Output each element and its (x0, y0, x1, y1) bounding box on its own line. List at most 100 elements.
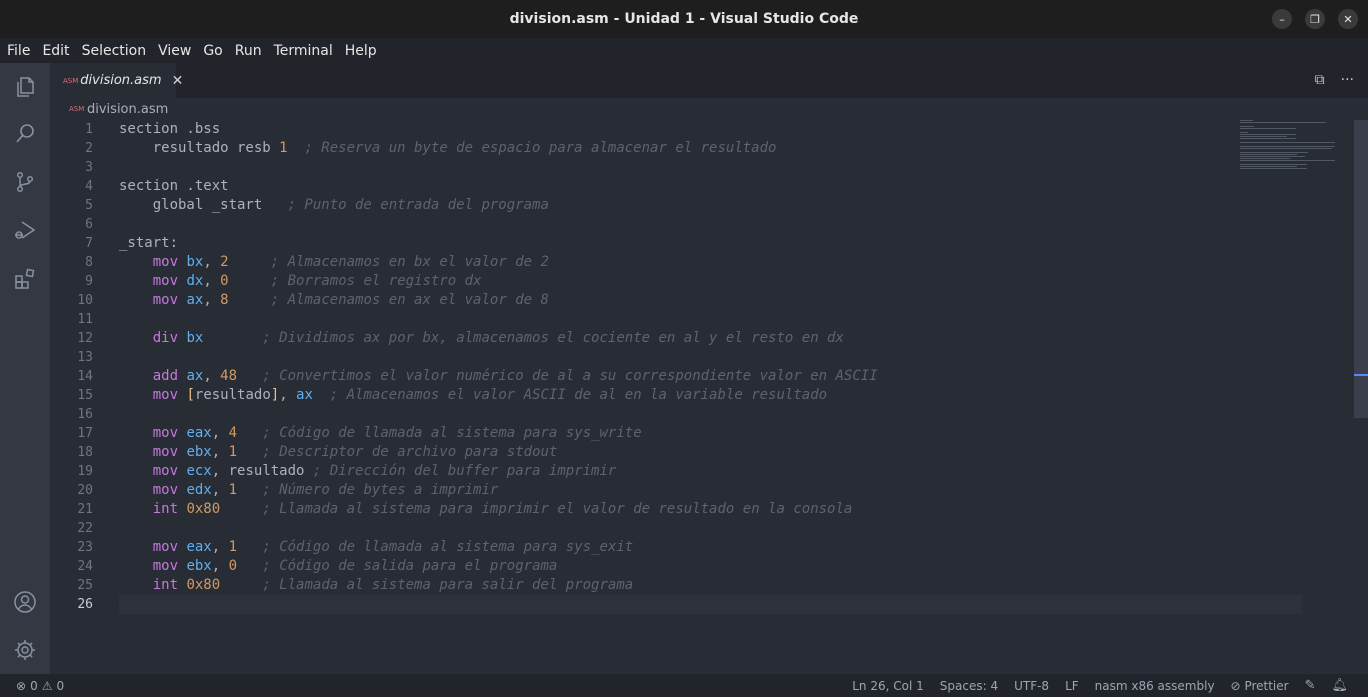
line-number: 11 (77, 312, 93, 327)
breadcrumb: ASM division.asm (50, 98, 1368, 120)
code-token: , resultado (211, 463, 313, 479)
code-text: mov dx, 0 ; Borramos el registro dx (119, 272, 482, 291)
minimap-line (1240, 156, 1305, 157)
menu-selection[interactable]: Selection (75, 43, 152, 59)
more-actions-icon[interactable]: ··· (1341, 72, 1354, 88)
indentation[interactable]: Spaces: 4 (932, 679, 1006, 693)
menu-go[interactable]: Go (196, 43, 227, 59)
close-button[interactable]: ✕ (1338, 9, 1358, 29)
code-token: ; Llamada al sistema para salir del prog… (262, 577, 634, 593)
code-line[interactable] (119, 120, 1302, 139)
code-token: 4 (228, 425, 238, 441)
line-number: 3 (85, 160, 93, 175)
code-token: , (203, 292, 221, 308)
code-line[interactable] (119, 234, 1302, 253)
encoding[interactable]: UTF-8 (1006, 679, 1057, 693)
error-icon: ⊗ (16, 678, 27, 693)
split-editor-icon[interactable]: ⧉ (1315, 72, 1325, 88)
line-number: 21 (77, 502, 93, 517)
code-token: ; Almacenamos en bx el valor de 2 (270, 254, 549, 270)
code-token: 1 (279, 140, 288, 156)
code-token: [ (186, 387, 195, 403)
code-token: 0 (220, 273, 229, 289)
menu-terminal[interactable]: Terminal (267, 43, 338, 59)
editor-scrollbar[interactable] (1354, 120, 1368, 674)
minimap-line (1240, 164, 1308, 165)
minimap-line (1240, 160, 1335, 161)
end-of-line[interactable]: LF (1057, 679, 1087, 693)
language-mode[interactable]: nasm x86 assembly (1087, 679, 1223, 693)
menu-view[interactable]: View (151, 43, 196, 59)
code-token: ecx (186, 463, 212, 479)
code-token: eax (186, 425, 212, 441)
window-title: division.asm - Unidad 1 - Visual Studio … (509, 11, 859, 27)
cursor-position[interactable]: Ln 26, Col 1 (844, 679, 932, 693)
notifications-icon[interactable]: 🔔︎ (1323, 678, 1356, 693)
gear-icon[interactable] (13, 638, 37, 662)
minimap-line (1240, 120, 1254, 121)
breadcrumb-file[interactable]: division.asm (87, 102, 168, 117)
close-tab-icon[interactable]: ✕ (172, 73, 184, 89)
code-line[interactable] (119, 310, 1302, 329)
problems-indicator[interactable]: ⊗ 0 ⚠ 0 (16, 679, 64, 693)
code-line[interactable] (119, 215, 1302, 234)
minimap[interactable] (1240, 120, 1340, 180)
code-token: , (203, 273, 221, 289)
prettier-status[interactable]: ⊘ Prettier (1223, 679, 1297, 693)
window-controls: – ❐ ✕ (1272, 9, 1358, 29)
source-control-icon[interactable] (13, 170, 37, 194)
run-debug-icon[interactable] (13, 218, 37, 242)
feedback-icon[interactable]: ✎ (1297, 678, 1324, 693)
line-number: 14 (77, 369, 93, 384)
minimap-line (1240, 142, 1335, 143)
code-token: mov (152, 254, 179, 270)
code-token: 0 (228, 558, 238, 574)
line-number: 5 (85, 198, 93, 213)
tab-bar: ASM division.asm ✕ ⧉ ··· (50, 63, 1368, 98)
line-number: 1 (85, 122, 93, 137)
minimize-button[interactable]: – (1272, 9, 1292, 29)
code-token: ; Código de salida para el programa (262, 558, 558, 574)
minimap-line (1240, 126, 1255, 127)
code-token: , (211, 539, 229, 555)
code-token: , (211, 558, 229, 574)
tab-label: division.asm (80, 73, 162, 88)
line-number: 10 (77, 293, 93, 308)
code-line[interactable] (119, 158, 1302, 177)
extensions-icon[interactable] (13, 267, 37, 291)
code-token: eax (186, 539, 212, 555)
menu-run[interactable]: Run (228, 43, 267, 59)
code-token: ; Borramos el registro dx (270, 273, 482, 289)
code-line[interactable] (119, 595, 1302, 614)
account-icon[interactable] (13, 590, 37, 614)
maximize-button[interactable]: ❐ (1305, 9, 1325, 29)
code-editor[interactable]: 1 section .bss 2 resultado resb 1 ; Reserv… (50, 120, 1354, 674)
code-token: ; Almacenamos en ax el valor de 8 (270, 292, 549, 308)
code-line[interactable] (119, 177, 1302, 196)
line-number: 8 (85, 255, 93, 270)
tab-division-asm[interactable]: ASM division.asm ✕ (50, 63, 183, 98)
search-icon[interactable] (13, 122, 37, 146)
explorer-icon[interactable] (13, 75, 37, 99)
code-token: 2 (220, 254, 229, 270)
menu-help[interactable]: Help (338, 43, 382, 59)
menu-file[interactable]: File (0, 43, 35, 59)
line-number: 15 (77, 388, 93, 403)
menu-edit[interactable]: Edit (35, 43, 74, 59)
minimap-line (1240, 154, 1298, 155)
code-line[interactable] (119, 348, 1302, 367)
code-token: edx (186, 482, 212, 498)
code-token: 1 (228, 444, 238, 460)
code-token: mov (152, 292, 179, 308)
code-line[interactable] (119, 405, 1302, 424)
code-line[interactable] (119, 519, 1302, 538)
